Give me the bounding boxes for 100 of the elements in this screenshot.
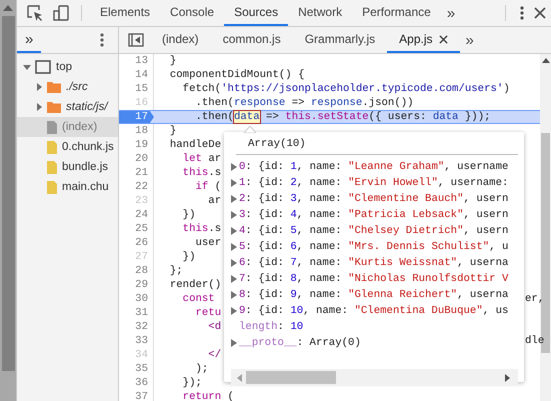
code-line: retu <box>194 307 222 319</box>
panel-tab[interactable]: Console <box>160 0 224 26</box>
code-line: }) <box>182 209 196 221</box>
tree-label: static/js/ <box>66 101 108 113</box>
property-entry[interactable]: __proto__: Array(0) <box>239 337 361 349</box>
property-entry[interactable]: 4: {id: 5, name: "Chelsey Dietrich", usern <box>239 225 508 237</box>
code-fragment: er, <box>525 293 544 305</box>
file-icon <box>47 140 57 154</box>
scroll-up-icon[interactable] <box>542 58 550 63</box>
tree-item[interactable]: bundle.js <box>17 157 118 177</box>
line-number[interactable]: 20 <box>119 152 154 166</box>
file-tab[interactable]: common.js <box>210 27 293 53</box>
line-number[interactable]: 32 <box>119 320 154 334</box>
line-number[interactable]: 36 <box>119 376 154 390</box>
tree-label: bundle.js <box>62 161 108 173</box>
code-line: } <box>168 125 176 137</box>
page-scrollbar[interactable] <box>0 0 17 401</box>
line-number[interactable]: 13 <box>119 54 154 68</box>
tree-item[interactable]: static/js/ <box>17 97 118 117</box>
inspect-icon[interactable] <box>27 5 43 21</box>
panel-tab[interactable]: Elements <box>90 0 160 26</box>
line-number[interactable]: 31 <box>119 306 154 320</box>
code-line: handleDe <box>168 139 222 151</box>
caret-right-icon[interactable] <box>35 103 43 111</box>
code-line: this.s <box>182 167 222 179</box>
line-number[interactable]: 15 <box>119 82 154 96</box>
tree-item[interactable]: 0.chunk.js <box>17 137 118 157</box>
property-entry[interactable]: 9: {id: 10, name: "Clementina DuBuque", us <box>239 305 508 317</box>
tree-label: main.chu <box>62 181 109 193</box>
tree-item[interactable]: ./src <box>17 77 118 97</box>
property-entry[interactable]: 3: {id: 4, name: "Patricia Lebsack", usern <box>239 209 508 221</box>
tree-label: ./src <box>66 81 88 93</box>
property-entry[interactable]: 7: {id: 8, name: "Nicholas Runolfsdottir V <box>239 273 508 285</box>
line-number[interactable]: 29 <box>119 278 154 292</box>
line-number[interactable]: 19 <box>119 138 154 152</box>
property-entry[interactable]: 6: {id: 7, name: "Kurtis Weissnat", userna <box>239 257 508 269</box>
scrollbar-thumb[interactable] <box>2 16 14 371</box>
line-number[interactable]: 26 <box>119 236 154 250</box>
property-entry[interactable]: 1: {id: 2, name: "Ervin Howell", username: <box>239 177 508 189</box>
code-line: </ <box>207 349 222 361</box>
code-line: }); <box>182 377 202 389</box>
device-icon[interactable] <box>53 5 69 21</box>
code-line: let ar <box>182 153 222 165</box>
property-entry[interactable]: 8: {id: 9, name: "Glenna Reichert", userna <box>239 289 508 301</box>
property-entry[interactable]: 5: {id: 6, name: "Mrs. Dennis Schulist", u <box>239 241 508 253</box>
line-number[interactable]: 22 <box>119 180 154 194</box>
more-tabs-button[interactable]: » <box>440 6 462 20</box>
code-line: ); <box>194 363 208 375</box>
expand-icon[interactable] <box>231 339 237 347</box>
sidebar-toggle-icon[interactable] <box>128 33 144 47</box>
property-entry: length: 10 <box>238 321 304 333</box>
panel-tab[interactable]: Performance <box>352 0 441 26</box>
line-number[interactable]: 14 <box>119 68 154 82</box>
code-line: if ( <box>194 181 222 193</box>
file-tab[interactable]: Grammarly.js <box>292 27 388 53</box>
scrollbar-thumb[interactable] <box>246 371 336 384</box>
caret-down-icon[interactable] <box>23 63 31 71</box>
line-number[interactable]: 17 <box>119 111 154 123</box>
caret-right-icon[interactable] <box>35 83 43 91</box>
line-number[interactable]: 25 <box>119 222 154 236</box>
code-line: componentDidMount() { <box>168 69 305 81</box>
tree-item[interactable]: main.chu <box>17 177 118 197</box>
code-fragment: dle <box>525 335 544 347</box>
line-number[interactable]: 30 <box>119 292 154 306</box>
file-icon <box>47 180 57 194</box>
more-tabs-button[interactable]: » <box>460 32 480 48</box>
tree-label: top <box>56 61 72 73</box>
line-number[interactable]: 18 <box>119 124 154 138</box>
code-line: const <box>182 293 215 305</box>
line-number[interactable]: 21 <box>119 166 154 180</box>
menu-icon[interactable] <box>520 6 524 20</box>
panel-tab[interactable]: Network <box>288 0 352 26</box>
more-tabs-button[interactable]: » <box>17 27 42 53</box>
folder-icon <box>47 101 61 113</box>
code-line: } <box>168 55 176 67</box>
code-line: this.s <box>182 223 222 235</box>
tree-label: 0.chunk.js <box>62 141 114 153</box>
line-number[interactable]: 24 <box>119 208 154 222</box>
line-number[interactable]: 33 <box>119 334 154 348</box>
file-tab[interactable]: (index) <box>150 27 211 53</box>
close-icon[interactable] <box>534 7 546 19</box>
property-entry[interactable]: 0: {id: 1, name: "Leanne Graham", username <box>239 161 508 173</box>
scroll-right-icon[interactable] <box>505 374 510 382</box>
code-line: }; <box>168 265 183 277</box>
code-line: <d <box>207 321 222 333</box>
close-icon[interactable] <box>438 34 448 44</box>
line-number[interactable]: 28 <box>119 264 154 278</box>
code-line: .then(data => this.setState({ users: data })); <box>194 111 491 123</box>
code-line: .then(response => response.json()) <box>194 97 414 109</box>
file-icon <box>47 120 57 134</box>
line-number[interactable]: 37 <box>119 390 154 401</box>
code-line: fetch('https://jsonplaceholder.typicode.com/users') <box>182 83 510 95</box>
property-entry[interactable]: 2: {id: 3, name: "Clementine Bauch", usern <box>239 193 508 205</box>
line-number[interactable]: 35 <box>119 362 154 376</box>
popover-title: Array(10) <box>247 137 307 152</box>
tree-item[interactable]: top <box>17 57 118 77</box>
file-tab[interactable]: App.js <box>387 27 460 53</box>
menu-icon[interactable] <box>100 33 104 47</box>
scroll-up-icon[interactable] <box>3 5 13 11</box>
horizontal-scrollbar[interactable] <box>231 369 518 386</box>
